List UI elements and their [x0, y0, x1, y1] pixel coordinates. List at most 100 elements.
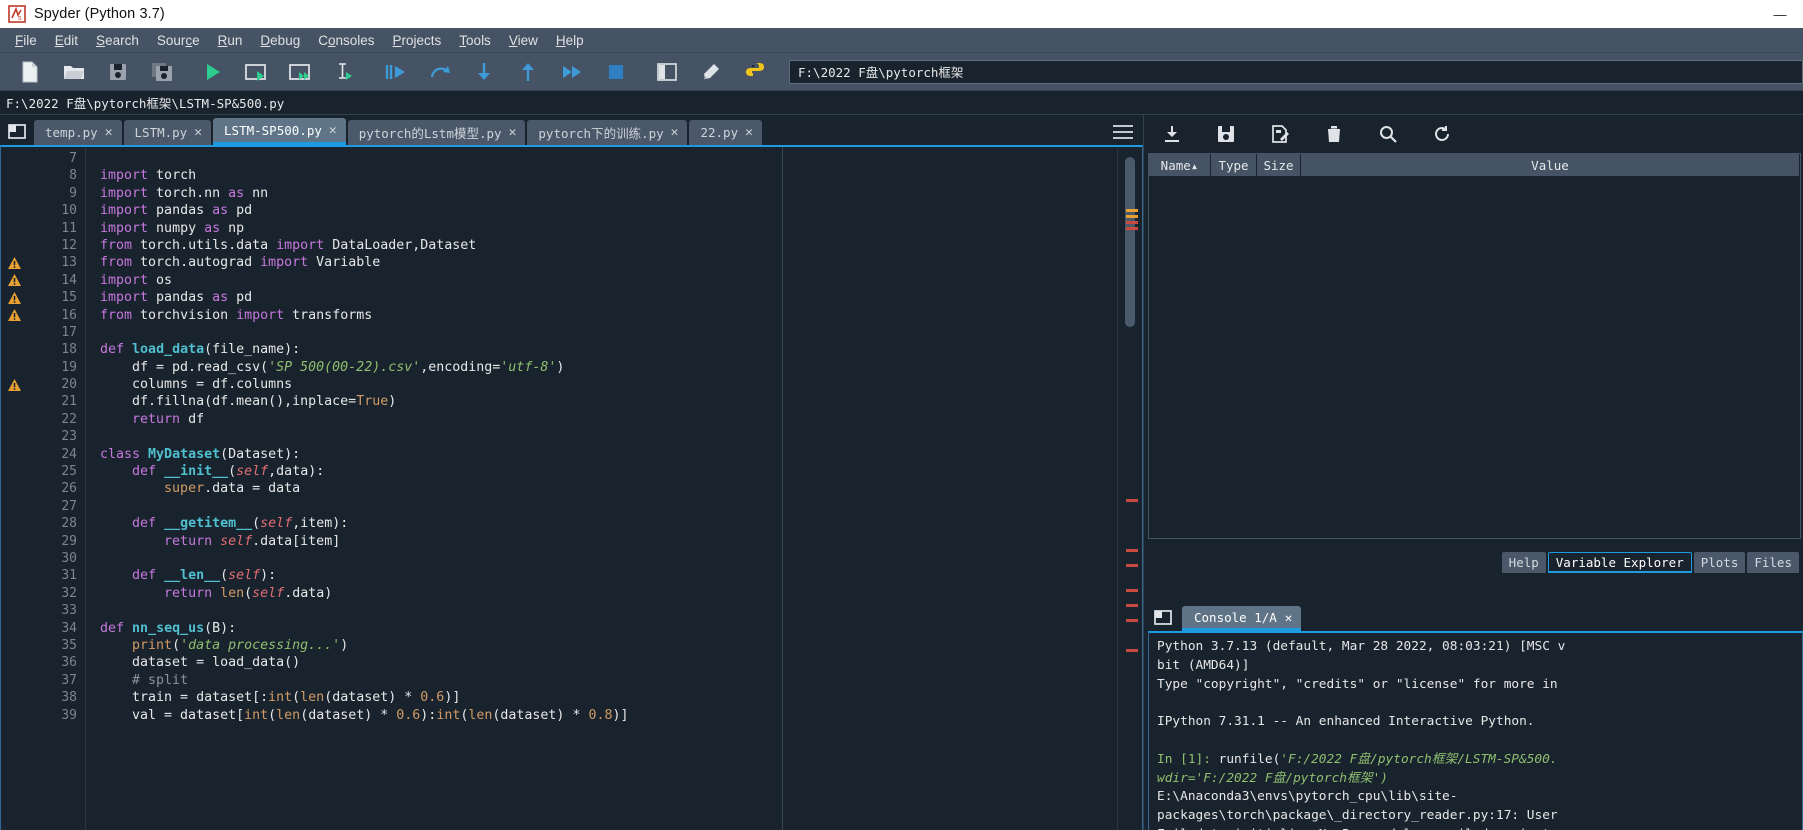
scrollbar-thumb[interactable] [1125, 157, 1135, 327]
close-icon[interactable]: ✕ [509, 126, 517, 139]
debug-file-icon[interactable] [374, 55, 418, 89]
column-header-type[interactable]: Type [1211, 154, 1257, 176]
console-output[interactable]: Python 3.7.13 (default, Mar 28 2022, 08:… [1148, 631, 1803, 830]
code-line[interactable]: from torch.autograd import Variable [100, 254, 1142, 271]
code-line[interactable]: import pandas as pd [100, 289, 1142, 306]
code-line[interactable] [100, 498, 1142, 515]
code-line[interactable]: columns = df.columns [100, 376, 1142, 393]
code-line[interactable]: df = pd.read_csv('SP 500(00-22).csv',enc… [100, 359, 1142, 376]
tab-plots[interactable]: Plots [1693, 552, 1746, 573]
code-line[interactable]: import os [100, 272, 1142, 289]
close-icon[interactable]: ✕ [105, 126, 113, 139]
console-tabbar[interactable]: Console 1/A ✕ [1144, 601, 1803, 631]
menu-run[interactable]: Run [209, 30, 252, 51]
editor-body[interactable]: 7 8 9 10 11 12 13 14 15 16 17 18 19 20 21 22 23 24 25 26 27 2… [0, 145, 1143, 830]
menu-file[interactable]: File [6, 30, 46, 51]
new-file-icon[interactable] [8, 55, 52, 89]
run-cell-icon[interactable] [235, 55, 279, 89]
menu-source[interactable]: Source [148, 30, 209, 51]
pythonpath-icon[interactable] [733, 55, 777, 89]
close-icon[interactable]: ✕ [194, 126, 202, 139]
step-over-icon[interactable] [418, 55, 462, 89]
editor-tab-lstm-sp500[interactable]: LSTM-SP500.py ✕ [213, 118, 346, 145]
code-line[interactable] [100, 324, 1142, 341]
search-icon[interactable] [1378, 124, 1398, 144]
code-line[interactable]: from torchvision import transforms [100, 307, 1142, 324]
code-line[interactable]: return self.data[item] [100, 533, 1142, 550]
main-toolbar[interactable]: F:\2022 F盘\pytorch框架 [0, 53, 1803, 91]
editor-tab-pytorch-training[interactable]: pytorch下的训练.py ✕ [527, 120, 688, 145]
variable-explorer-toolbar[interactable] [1144, 115, 1803, 153]
code-line[interactable]: def __len__(self): [100, 567, 1142, 584]
code-line[interactable]: dataset = load_data() [100, 654, 1142, 671]
code-line[interactable]: # split [100, 672, 1142, 689]
step-return-icon[interactable] [506, 55, 550, 89]
working-directory-input[interactable]: F:\2022 F盘\pytorch框架 [789, 59, 1803, 84]
column-header-value[interactable]: Value [1301, 154, 1800, 176]
browse-tabs-icon[interactable] [4, 117, 30, 145]
stop-debug-icon[interactable] [594, 55, 638, 89]
run-cell-advance-icon[interactable] [279, 55, 323, 89]
code-line[interactable]: def __getitem__(self,item): [100, 515, 1142, 532]
run-file-icon[interactable] [191, 55, 235, 89]
minimize-button[interactable]: — [1757, 0, 1803, 28]
editor-warning-gutter[interactable] [1, 147, 27, 830]
code-line[interactable]: import torch [100, 167, 1142, 184]
editor-scrollbar[interactable] [1117, 149, 1141, 830]
preferences-icon[interactable] [689, 55, 733, 89]
save-file-icon[interactable] [96, 55, 140, 89]
code-line[interactable]: print('data processing...') [100, 637, 1142, 654]
code-line[interactable] [100, 550, 1142, 567]
editor-tab-lstm[interactable]: LSTM.py ✕ [123, 120, 212, 145]
warning-icon[interactable] [1, 307, 27, 324]
menu-projects[interactable]: Projects [384, 30, 451, 51]
menu-debug[interactable]: Debug [251, 30, 309, 51]
code-line[interactable]: class MyDataset(Dataset): [100, 446, 1142, 463]
code-line[interactable] [100, 428, 1142, 445]
code-line[interactable]: return df [100, 411, 1142, 428]
code-line[interactable]: return len(self.data) [100, 585, 1142, 602]
code-line[interactable] [100, 602, 1142, 619]
save-data-as-icon[interactable] [1270, 124, 1290, 144]
refresh-icon[interactable] [1432, 124, 1452, 144]
code-line[interactable]: from torch.utils.data import DataLoader,… [100, 237, 1142, 254]
remove-all-icon[interactable] [1324, 124, 1344, 144]
options-menu-icon[interactable] [1113, 125, 1133, 139]
code-line[interactable]: import numpy as np [100, 220, 1142, 237]
code-line[interactable]: def nn_seq_us(B): [100, 620, 1142, 637]
warning-icon[interactable] [1, 254, 27, 271]
warning-icon[interactable] [1, 376, 27, 393]
code-line[interactable]: val = dataset[int(len(dataset) * 0.6):in… [100, 707, 1142, 724]
close-icon[interactable]: ✕ [1285, 610, 1293, 625]
console-tab-1a[interactable]: Console 1/A ✕ [1182, 606, 1302, 631]
code-line[interactable]: df.fillna(df.mean(),inplace=True) [100, 393, 1142, 410]
tab-files[interactable]: Files [1747, 552, 1799, 573]
close-icon[interactable]: ✕ [329, 124, 337, 137]
editor-code[interactable]: import torch import torch.nn as nn import … [85, 147, 1142, 830]
menu-view[interactable]: View [500, 30, 547, 51]
warning-icon[interactable] [1, 289, 27, 306]
save-data-icon[interactable] [1216, 124, 1236, 144]
save-all-icon[interactable] [140, 55, 184, 89]
browse-tabs-icon[interactable] [1150, 603, 1176, 631]
window-controls[interactable]: — [1757, 0, 1803, 28]
editor-tabbar[interactable]: temp.py ✕ LSTM.py ✕ LSTM-SP500.py ✕ pyto… [0, 115, 1143, 145]
right-pane-tabbar[interactable]: Help Variable Explorer Plots Files [1500, 552, 1799, 573]
maximize-pane-icon[interactable] [645, 55, 689, 89]
menu-help[interactable]: Help [547, 30, 593, 51]
menubar[interactable]: File Edit Search Source Run Debug Consol… [0, 28, 1803, 53]
close-icon[interactable]: ✕ [671, 126, 679, 139]
import-data-icon[interactable] [1162, 124, 1182, 144]
menu-edit[interactable]: Edit [46, 30, 87, 51]
menu-tools[interactable]: Tools [450, 30, 500, 51]
column-header-size[interactable]: Size [1257, 154, 1301, 176]
code-line[interactable] [100, 150, 1142, 167]
column-header-name[interactable]: Name ▴ [1149, 154, 1211, 176]
editor-tab-pytorch-lstm-model[interactable]: pytorch的Lstm模型.py ✕ [347, 120, 526, 145]
continue-icon[interactable] [550, 55, 594, 89]
editor-tab-temp[interactable]: temp.py ✕ [34, 120, 122, 145]
code-line[interactable]: def __init__(self,data): [100, 463, 1142, 480]
close-icon[interactable]: ✕ [745, 126, 753, 139]
code-line[interactable]: import torch.nn as nn [100, 185, 1142, 202]
code-line[interactable]: train = dataset[:int(len(dataset) * 0.6)… [100, 689, 1142, 706]
